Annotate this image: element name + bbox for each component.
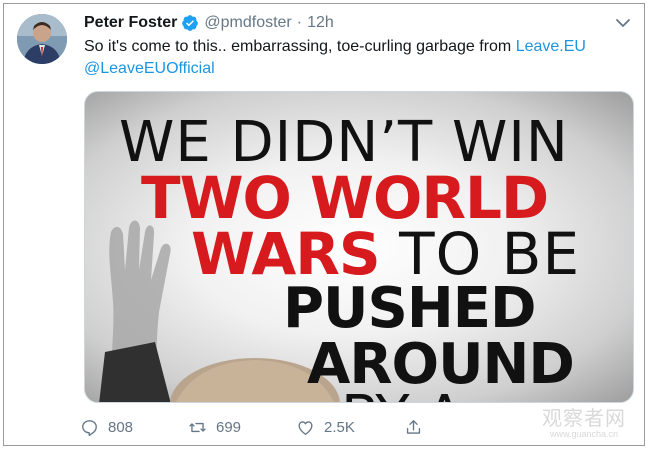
watermark: 观察者网 www.guancha.cn — [542, 402, 626, 439]
poster-line-6: BY A — [341, 384, 464, 402]
tweet-card: Peter Foster @pmdfoster · 12h So it's co… — [3, 3, 645, 446]
share-icon — [406, 419, 421, 434]
meta-separator: · — [296, 14, 303, 31]
reply-button[interactable]: 808 — [80, 418, 133, 437]
chevron-down-icon[interactable] — [614, 14, 632, 32]
tweet-header: Peter Foster @pmdfoster · 12h — [84, 12, 334, 34]
verified-badge-icon — [181, 14, 199, 32]
like-icon — [298, 420, 313, 435]
retweet-button[interactable]: 699 — [188, 418, 241, 437]
retweet-count: 699 — [216, 418, 242, 436]
leave-eu-mention[interactable]: @LeaveEUOfficial — [84, 60, 215, 77]
watermark-url: www.guancha.cn — [549, 429, 619, 439]
tweet-text: So it's come to this.. embarrassing, toe… — [84, 36, 634, 80]
leave-eu-link[interactable]: Leave.EU — [516, 38, 586, 55]
watermark-main: 观察者网 — [542, 406, 626, 430]
tweet-text-body: So it's come to this.. embarrassing, toe… — [84, 38, 516, 55]
like-button[interactable]: 2.5K — [296, 418, 355, 437]
author-handle[interactable]: @pmdfoster — [204, 14, 291, 32]
retweet-icon — [189, 422, 206, 432]
poster-text: WE DIDN’T WIN TWO WORLD WARS TO BE PUSHE… — [85, 92, 633, 402]
tweet-timestamp[interactable]: 12h — [307, 14, 334, 32]
reply-count: 808 — [108, 418, 134, 436]
tweet-media-image[interactable]: WE DIDN’T WIN TWO WORLD WARS TO BE PUSHE… — [84, 91, 634, 403]
avatar[interactable] — [17, 14, 67, 64]
reply-icon — [82, 419, 97, 436]
share-button[interactable] — [404, 418, 432, 437]
author-name[interactable]: Peter Foster — [84, 14, 177, 32]
like-count: 2.5K — [324, 418, 355, 436]
